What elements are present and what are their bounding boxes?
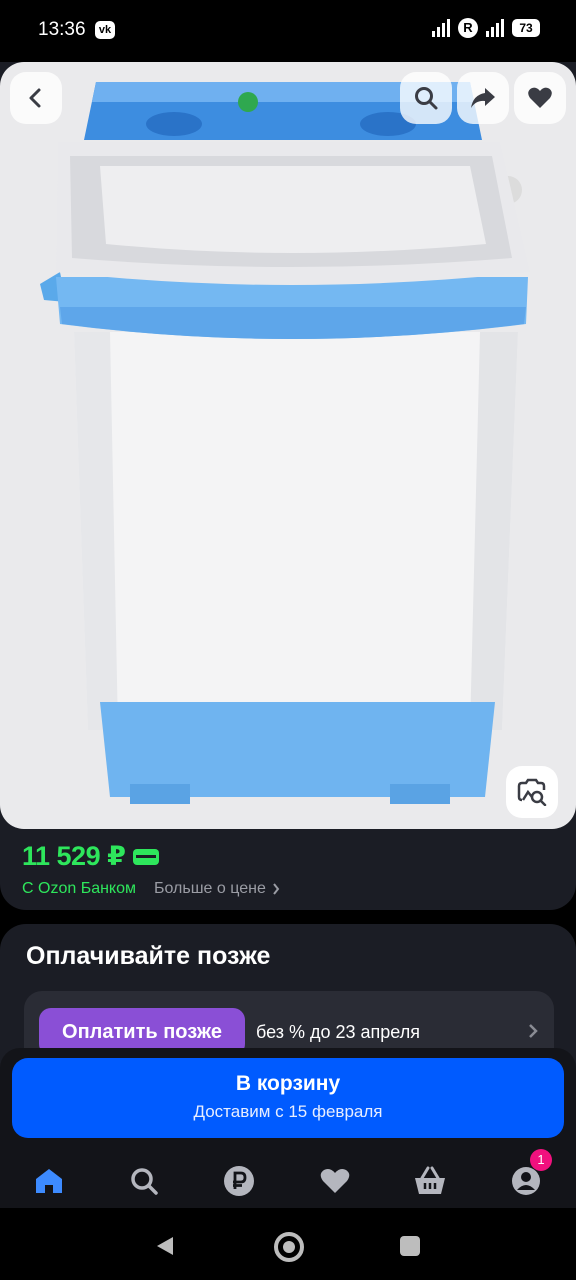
chevron-right-icon xyxy=(273,883,280,895)
chevron-right-icon xyxy=(529,1024,538,1038)
nav-home[interactable] xyxy=(31,1163,67,1199)
home-circle-icon[interactable] xyxy=(274,1232,304,1262)
ruble-icon xyxy=(224,1166,254,1196)
basket-icon xyxy=(415,1166,445,1194)
search-icon xyxy=(415,87,438,110)
nav-cart[interactable] xyxy=(412,1163,448,1199)
back-triangle-icon[interactable] xyxy=(155,1235,175,1257)
home-icon xyxy=(36,1169,62,1193)
recent-apps-icon[interactable] xyxy=(400,1236,420,1256)
share-arrow-icon xyxy=(471,88,495,108)
ozon-bank-label: С Ozon Банком xyxy=(22,880,136,897)
nav-profile[interactable]: 1 xyxy=(508,1149,552,1199)
image-search-icon xyxy=(517,778,547,806)
system-nav-bar xyxy=(0,1208,576,1280)
more-price-label: Больше о цене xyxy=(154,880,266,897)
nav-favorites[interactable] xyxy=(317,1163,353,1199)
profile-icon xyxy=(512,1167,540,1195)
heart-icon xyxy=(528,87,552,108)
chevron-left-icon xyxy=(29,88,41,108)
bottom-nav: 1 xyxy=(0,1149,576,1208)
washing-machine-image xyxy=(40,82,530,804)
image-search-button[interactable] xyxy=(506,766,558,818)
signal-icon xyxy=(486,19,504,37)
add-to-cart-button[interactable]: В корзину Доставим с 15 февраля xyxy=(12,1058,564,1138)
nav-search[interactable] xyxy=(126,1163,162,1199)
card-icon xyxy=(133,848,160,865)
status-time: 13:36 xyxy=(38,19,86,40)
delivery-date: Доставим с 15 февраля xyxy=(193,1102,383,1121)
battery-icon: 73 xyxy=(512,19,540,37)
search-button[interactable] xyxy=(400,72,452,124)
product-card: 11 529 ₽ С Ozon Банком Больше о цене xyxy=(0,62,576,910)
back-button[interactable] xyxy=(10,72,62,124)
more-price-link[interactable]: Больше о цене xyxy=(154,880,280,898)
signal-icon xyxy=(432,19,450,37)
pay-later-title: Оплачивайте позже xyxy=(26,942,271,970)
price-row: 11 529 ₽ xyxy=(22,841,160,872)
price: 11 529 ₽ xyxy=(22,841,126,871)
add-to-cart-label: В корзину xyxy=(235,1072,341,1095)
status-icons: R 73 xyxy=(432,18,540,38)
heart-icon xyxy=(320,1169,350,1193)
favorite-button[interactable] xyxy=(514,72,566,124)
r-icon: R xyxy=(458,18,478,38)
status-bar: 13:36 vk R 73 xyxy=(0,0,576,62)
product-image[interactable] xyxy=(0,62,576,829)
search-icon xyxy=(131,1168,158,1195)
cart-panel: В корзину Доставим с 15 февраля xyxy=(0,1048,576,1158)
share-button[interactable] xyxy=(457,72,509,124)
bank-row: С Ozon Банком Больше о цене xyxy=(22,880,280,898)
vk-icon: vk xyxy=(95,21,115,39)
nav-finance[interactable] xyxy=(221,1163,257,1199)
pay-later-terms: без % до 23 апреля xyxy=(256,1022,420,1042)
notification-badge: 1 xyxy=(530,1149,552,1171)
